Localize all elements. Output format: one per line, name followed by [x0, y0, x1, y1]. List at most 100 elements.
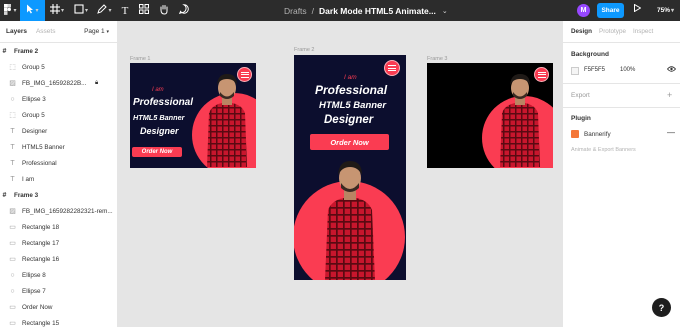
- tab-design[interactable]: Design: [571, 28, 592, 35]
- group-icon: ⬚: [9, 64, 16, 71]
- frame-label[interactable]: Frame 2: [294, 47, 314, 53]
- tab-layers[interactable]: Layers: [6, 28, 27, 35]
- figma-logo-icon: [3, 3, 12, 18]
- layer-frame-2[interactable]: # Frame 2: [0, 45, 118, 57]
- toolbar: ▾ ▾ ▾ ▾ ▾ T Drafts / Dark Mode HTML5 Ani…: [0, 0, 680, 21]
- layer-label: Rectangle 16: [22, 255, 60, 263]
- menu-badge: [384, 60, 400, 76]
- page-selector[interactable]: Page 1 ▾: [84, 28, 109, 35]
- layer-item[interactable]: ▭ Rectangle 16: [0, 253, 118, 265]
- layer-item[interactable]: ▨ FB_IMG_1659282282321-rem...: [0, 205, 118, 217]
- layer-item[interactable]: ▭ Rectangle 17: [0, 237, 118, 249]
- layer-label: Rectangle 15: [22, 319, 60, 327]
- plugin-name[interactable]: Bannerify: [584, 131, 611, 138]
- rectangle-icon: ▭: [9, 224, 16, 231]
- move-tool-button[interactable]: ▾: [20, 0, 45, 21]
- comment-tool-button[interactable]: [174, 0, 194, 21]
- layer-item[interactable]: ▭ Order Now: [0, 301, 118, 313]
- layer-label: Professional: [22, 159, 57, 167]
- canvas[interactable]: Frame 1 I am Professional HTML5 Banner D…: [119, 21, 562, 327]
- zoom-control[interactable]: 75% ▾: [657, 0, 674, 21]
- layer-label: I am: [22, 175, 35, 183]
- banner-frame-2[interactable]: I am Professional HTML5 Banner Designer …: [294, 55, 406, 280]
- present-button[interactable]: [634, 3, 642, 14]
- html5-banner-text: HTML5 Banner: [133, 113, 185, 122]
- layer-item[interactable]: ▭ Rectangle 18: [0, 221, 118, 233]
- frame-label[interactable]: Frame 1: [130, 56, 150, 62]
- avatar[interactable]: M: [577, 4, 590, 17]
- add-export-icon[interactable]: +: [667, 90, 672, 100]
- right-panel-tabs: Design Prototype Inspect: [563, 21, 680, 43]
- layer-item[interactable]: T HTML5 Banner: [0, 141, 118, 153]
- iam-text: I am: [344, 74, 357, 81]
- tab-prototype[interactable]: Prototype: [599, 28, 626, 35]
- breadcrumb-separator: /: [311, 5, 315, 16]
- group-icon: ⬚: [9, 112, 16, 119]
- hash-frame-icon: #: [2, 47, 7, 55]
- layer-label: Group 5: [22, 63, 45, 71]
- layer-item[interactable]: T Designer: [0, 125, 118, 137]
- layer-item[interactable]: T I am: [0, 173, 118, 185]
- zoom-level: 75%: [657, 7, 671, 14]
- layer-item[interactable]: ○ Ellipse 7: [0, 285, 118, 297]
- layer-item[interactable]: ○ Ellipse 8: [0, 269, 118, 281]
- frame-label[interactable]: Frame 3: [427, 56, 447, 62]
- text-tool-button[interactable]: T: [116, 0, 134, 21]
- components-icon: [139, 4, 149, 17]
- main-menu-button[interactable]: ▾: [0, 0, 20, 21]
- square-icon: [74, 4, 84, 17]
- background-color-swatch[interactable]: [571, 67, 579, 75]
- eye-icon[interactable]: [666, 65, 677, 74]
- order-now-button[interactable]: Order Now: [132, 147, 182, 157]
- layer-item[interactable]: ⬚ Group 5: [0, 109, 118, 121]
- layer-label: Rectangle 17: [22, 239, 60, 247]
- hash-frame-icon: [49, 4, 60, 17]
- page-name: Page 1: [84, 28, 105, 35]
- chevron-down-icon[interactable]: ⌄: [442, 7, 448, 15]
- text-icon: T: [10, 175, 15, 183]
- layer-label: FB_IMG_1659282282321-rem...: [22, 207, 113, 215]
- layer-item[interactable]: ▨ FB_IMG_16592822B... 🔒︎: [0, 77, 118, 89]
- person-photo: [500, 74, 540, 167]
- layer-item[interactable]: ▭ Rectangle 15: [0, 317, 118, 327]
- layer-item[interactable]: ○ Ellipse 3: [0, 93, 118, 105]
- divider: [563, 107, 680, 108]
- menu-badge: [237, 67, 252, 82]
- document-title: Drafts / Dark Mode HTML5 Animate... ⌄: [284, 0, 448, 21]
- chevron-down-icon: ▾: [35, 8, 39, 14]
- rectangle-icon: ▭: [9, 320, 16, 327]
- lock-icon[interactable]: 🔒︎: [95, 80, 98, 87]
- divider: [563, 83, 680, 84]
- layer-label: Ellipse 7: [22, 287, 46, 295]
- layer-item[interactable]: T Professional: [0, 157, 118, 169]
- help-button[interactable]: ?: [652, 298, 671, 317]
- tab-inspect[interactable]: Inspect: [633, 28, 653, 35]
- tab-assets[interactable]: Assets: [36, 28, 56, 35]
- plugin-remove-button[interactable]: —: [667, 128, 675, 137]
- banner-frame-3[interactable]: [427, 63, 553, 168]
- text-icon: T: [10, 127, 15, 135]
- pen-tool-button[interactable]: ▾: [93, 0, 116, 21]
- plugin-section-title: Plugin: [571, 115, 591, 122]
- background-hex-value[interactable]: F5F5F5: [584, 67, 605, 73]
- frame-tool-button[interactable]: ▾: [45, 0, 69, 21]
- layer-item[interactable]: ⬚ Group 5: [0, 61, 118, 73]
- ellipse-icon: ○: [10, 271, 15, 279]
- order-now-button[interactable]: Order Now: [310, 134, 389, 150]
- share-button[interactable]: Share: [597, 3, 624, 18]
- resources-button[interactable]: [134, 0, 154, 21]
- rectangle-icon: ▭: [9, 304, 16, 311]
- professional-text: Professional: [133, 97, 194, 108]
- layer-frame-3[interactable]: # Frame 3: [0, 189, 118, 201]
- play-icon: [634, 3, 642, 14]
- layer-label: Frame 2: [14, 47, 39, 55]
- background-opacity-value[interactable]: 100%: [620, 67, 635, 73]
- rectangle-icon: ▭: [9, 240, 16, 247]
- breadcrumb-drafts[interactable]: Drafts: [284, 6, 307, 16]
- shape-tool-button[interactable]: ▾: [69, 0, 93, 21]
- iam-text: I am: [152, 87, 164, 93]
- text-icon: T: [10, 159, 15, 167]
- file-name[interactable]: Dark Mode HTML5 Animate...: [319, 6, 436, 16]
- banner-frame-1[interactable]: I am Professional HTML5 Banner Designer …: [130, 63, 256, 168]
- hand-tool-button[interactable]: [154, 0, 174, 21]
